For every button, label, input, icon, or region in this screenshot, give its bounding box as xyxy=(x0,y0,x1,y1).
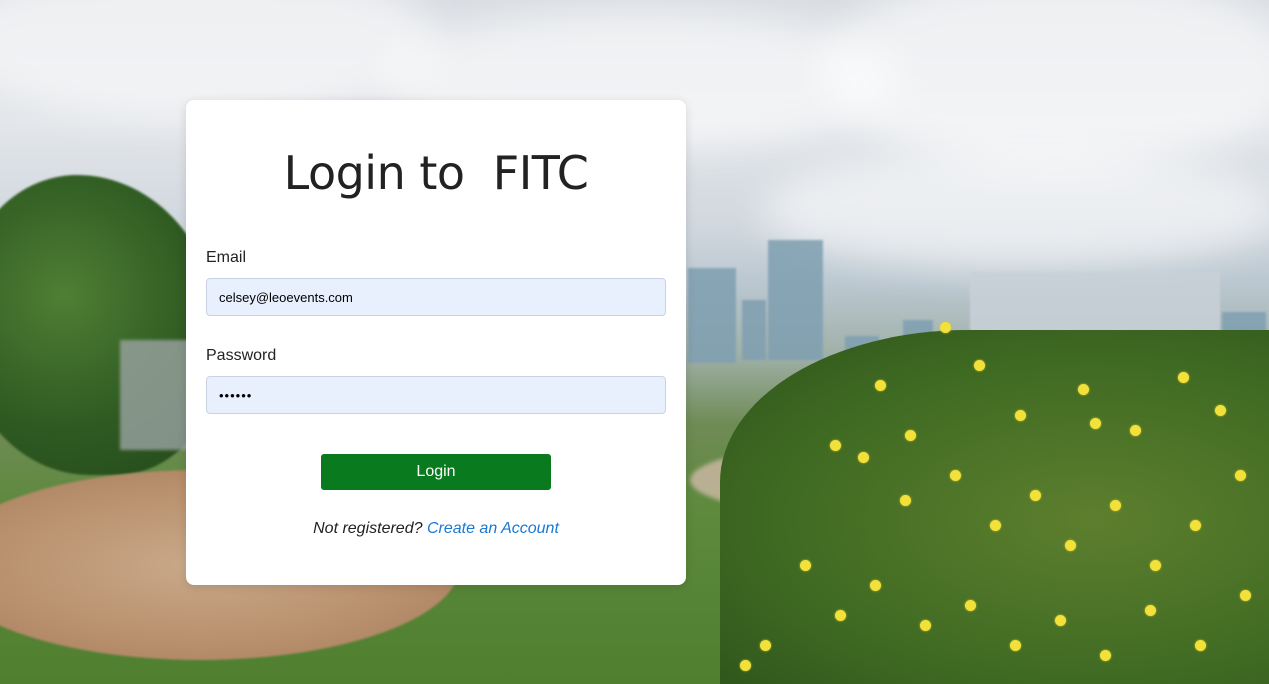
create-account-link[interactable]: Create an Account xyxy=(427,520,559,537)
password-field[interactable] xyxy=(206,376,666,414)
register-prompt-line: Not registered? Create an Account xyxy=(186,520,686,538)
register-prompt-text: Not registered? xyxy=(313,520,423,537)
email-field[interactable] xyxy=(206,278,666,316)
password-label: Password xyxy=(206,347,277,364)
login-card: Login to FITC Email Password Login Not r… xyxy=(186,100,686,585)
login-title: Login to FITC xyxy=(283,146,589,200)
email-label: Email xyxy=(206,249,247,266)
login-button[interactable]: Login xyxy=(321,454,551,490)
